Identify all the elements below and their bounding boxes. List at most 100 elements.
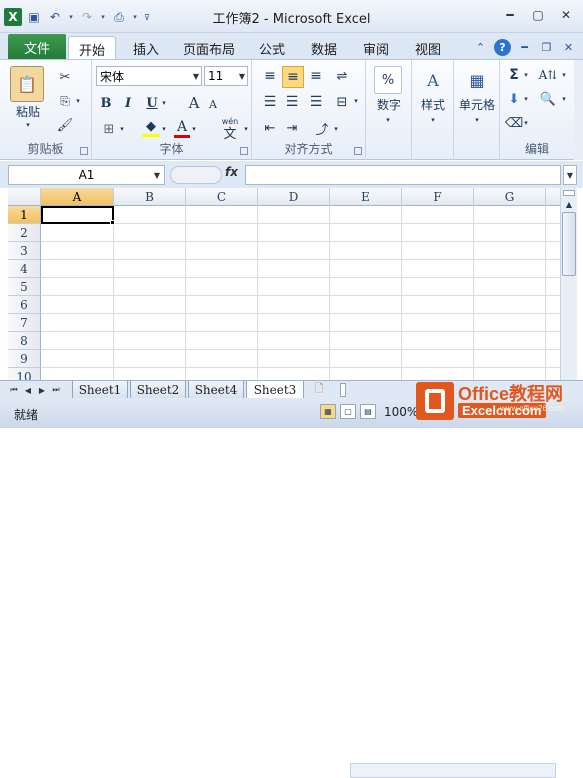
sheet-tab[interactable]: Sheet2 [130,381,186,399]
merge-center-icon[interactable]: ⊟ [332,92,352,112]
alignment-launcher-icon[interactable] [354,147,362,155]
page-layout-view-icon[interactable]: ▢ [340,404,356,419]
worksheet-grid[interactable]: A B C D E F G 1 2 3 4 5 6 7 8 9 10 [8,188,560,380]
expand-formula-icon[interactable]: ▼ [563,165,577,185]
active-cell[interactable] [41,206,114,224]
tab-insert[interactable]: 插入 [124,36,168,60]
align-right-icon[interactable]: ☰ [306,92,326,112]
select-all-corner[interactable] [8,188,41,206]
row-header[interactable]: 3 [8,242,41,260]
autosum-dropdown-icon[interactable]: ▾ [522,68,530,82]
tab-page-layout[interactable]: 页面布局 [176,36,242,60]
find-select-icon[interactable]: 🔍 [538,90,558,108]
row-header[interactable]: 4 [8,260,41,278]
grow-font-button[interactable]: A [186,93,202,113]
cells-dropdown-icon[interactable]: ▾ [471,114,483,126]
orientation-icon[interactable]: ⤴ [312,118,332,138]
column-header[interactable]: G [474,188,546,206]
tab-split-handle[interactable] [340,383,346,397]
tab-view[interactable]: 视图 [406,36,450,60]
paste-icon[interactable]: 📋 [10,66,44,102]
vertical-scrollbar[interactable]: ▲ [560,188,577,380]
fill-color-icon[interactable]: ◆ [142,119,160,137]
tab-file[interactable]: 文件 [8,34,66,60]
format-painter-icon[interactable]: 🖌 [56,116,74,134]
row-header[interactable]: 5 [8,278,41,296]
align-center-icon[interactable]: ☰ [282,92,302,112]
autosum-button[interactable]: Σ [506,66,522,84]
last-sheet-icon[interactable]: ⏭ [50,383,62,397]
minimize-icon[interactable]: ━ [499,7,521,23]
sheet-tab-active[interactable]: Sheet3 [246,381,304,399]
column-header[interactable]: C [186,188,258,206]
phonetic-dropdown-icon[interactable]: ▾ [242,122,250,136]
clear-dropdown-icon[interactable]: ▾ [522,116,530,130]
font-color-dropdown-icon[interactable]: ▾ [190,122,198,136]
font-launcher-icon[interactable] [240,147,248,155]
underline-button[interactable]: U [144,94,160,112]
vertical-scroll-thumb[interactable] [562,212,576,276]
cells-icon[interactable]: ▦ [464,66,490,94]
fill-icon[interactable]: ⬇ [506,90,522,108]
borders-icon[interactable]: ⊞ [100,120,118,138]
row-header[interactable]: 10 [8,368,41,380]
sort-dropdown-icon[interactable]: ▾ [560,68,568,82]
minimize-ribbon-icon[interactable]: ⌃ [472,39,489,56]
doc-restore-icon[interactable]: ❐ [538,39,555,56]
copy-dropdown-icon[interactable]: ▾ [74,94,82,108]
number-button[interactable]: 数字 [368,96,410,112]
styles-button[interactable]: 样式 [412,96,454,112]
insert-sheet-icon[interactable]: 🗋 [308,382,330,397]
paste-button[interactable]: 粘贴 [8,104,48,119]
font-color-button[interactable]: A [174,118,190,138]
name-box[interactable]: A1 ▼ [8,165,165,185]
prev-sheet-icon[interactable]: ◀ [22,383,34,397]
doc-close-icon[interactable]: ✕ [560,39,577,56]
number-format-icon[interactable]: % [374,66,402,94]
tab-home[interactable]: 开始 [68,36,116,61]
tab-review[interactable]: 审阅 [354,36,398,60]
column-header[interactable]: F [402,188,474,206]
underline-dropdown-icon[interactable]: ▾ [160,96,168,110]
fill-color-dropdown-icon[interactable]: ▾ [160,122,168,136]
restore-icon[interactable]: ▢ [527,7,549,23]
column-header[interactable]: E [330,188,402,206]
bold-button[interactable]: B [98,94,114,112]
font-size-select[interactable]: 11 ▼ [204,66,248,86]
wrap-text-icon[interactable]: ⇌ [332,66,352,86]
doc-minimize-icon[interactable]: ━ [516,39,533,56]
decrease-indent-icon[interactable]: ⇤ [260,118,280,138]
borders-dropdown-icon[interactable]: ▾ [118,122,126,136]
paste-dropdown-icon[interactable]: ▾ [22,120,34,130]
row-header[interactable]: 6 [8,296,41,314]
horizontal-scrollbar[interactable] [350,763,556,778]
clear-icon[interactable]: ⌫ [505,114,523,132]
page-break-view-icon[interactable]: ▤ [360,404,376,419]
help-icon[interactable]: ? [494,39,511,56]
column-header[interactable]: B [114,188,186,206]
sort-filter-icon[interactable]: A⇅ [538,66,558,84]
font-name-select[interactable]: 宋体 ▼ [96,66,202,86]
cells-button[interactable]: 单元格 [454,96,500,112]
phonetic-button[interactable]: 文 [218,124,242,142]
tab-formulas[interactable]: 公式 [250,36,294,60]
scroll-up-icon[interactable]: ▲ [564,198,574,210]
number-dropdown-icon[interactable]: ▾ [382,114,394,126]
normal-view-icon[interactable]: ▦ [320,404,336,419]
sheet-tab[interactable]: Sheet1 [72,381,128,399]
clipboard-launcher-icon[interactable] [80,147,88,155]
styles-dropdown-icon[interactable]: ▾ [427,114,439,126]
shrink-font-button[interactable]: A [206,95,220,113]
italic-button[interactable]: I [120,94,136,112]
first-sheet-icon[interactable]: ⏮ [8,383,20,397]
cut-icon[interactable]: ✂ [56,68,74,86]
fill-dropdown-icon[interactable]: ▾ [522,92,530,106]
column-header[interactable]: D [258,188,330,206]
row-header[interactable]: 7 [8,314,41,332]
increase-indent-icon[interactable]: ⇥ [282,118,302,138]
row-header[interactable]: 8 [8,332,41,350]
tab-data[interactable]: 数据 [302,36,346,60]
align-top-icon[interactable]: ≡ [260,66,280,86]
zoom-level[interactable]: 100% [384,405,418,419]
styles-icon[interactable]: A [420,66,446,94]
